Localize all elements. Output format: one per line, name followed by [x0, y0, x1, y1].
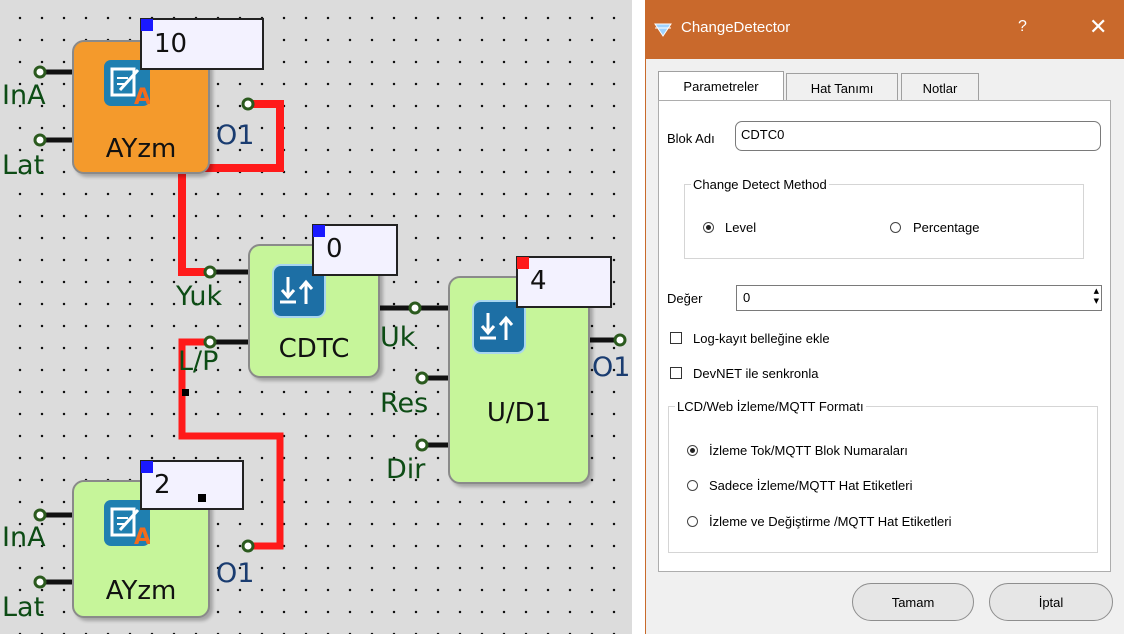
pin-label-ina: InA — [2, 80, 46, 111]
dialog-title: ChangeDetector — [681, 19, 791, 36]
app-icon — [654, 22, 672, 41]
diagram-canvas[interactable]: A AYzm 10 InA Lat O1 CDTC 0 Yuk L/P Uk U… — [0, 0, 632, 634]
dialog-titlebar[interactable]: ChangeDetector ? ✕ — [646, 0, 1124, 59]
change-detector-dialog: ChangeDetector ? ✕ Parametreler Hat Tanı… — [645, 0, 1124, 634]
format-radio-label[interactable]: İzleme ve Değiştirme /MQTT Hat Etiketler… — [709, 514, 951, 529]
format-radio-label[interactable]: Sadece İzleme/MQTT Hat Etiketleri — [709, 478, 913, 493]
tab-notlar[interactable]: Notlar — [901, 73, 979, 101]
change-detect-method-group: Change Detect Method — [684, 177, 1084, 259]
value-label: Değer — [667, 291, 703, 306]
up-down-counter-icon — [472, 300, 526, 354]
number-flag — [141, 461, 153, 473]
number-flag — [517, 257, 529, 269]
wire-junction-marker — [182, 389, 189, 396]
svg-text:A: A — [134, 525, 150, 546]
pin-label-yuk: Yuk — [176, 281, 223, 312]
pin-label-o1: O1 — [216, 558, 255, 589]
format-radio-block-numbers[interactable] — [687, 445, 698, 456]
block-number-box[interactable]: 4 — [516, 256, 612, 308]
percentage-radio[interactable] — [890, 222, 901, 233]
svg-text:A: A — [134, 85, 150, 106]
block-name: CDTC — [278, 334, 350, 364]
format-radio-modify-labels[interactable] — [687, 516, 698, 527]
block-name-input[interactable]: CDTC0 — [735, 121, 1101, 151]
block-number-box[interactable]: 0 — [312, 224, 398, 276]
value-field: 0 — [743, 290, 751, 305]
spin-up-icon[interactable]: ▲ — [1094, 287, 1099, 296]
lcd-web-format-group: LCD/Web İzleme/MQTT Formatı — [668, 399, 1098, 553]
pin-label-lat: Lat — [2, 592, 45, 623]
pin-label-lat: Lat — [2, 150, 45, 181]
spin-down-icon[interactable]: ▼ — [1094, 297, 1099, 306]
block-number: 10 — [154, 29, 188, 59]
devnet-checkbox[interactable] — [670, 367, 682, 379]
devnet-checkbox-label[interactable]: DevNET ile senkronla — [693, 366, 818, 381]
block-name-label: Blok Adı — [667, 131, 715, 146]
block-number-box[interactable]: 2 — [140, 460, 244, 510]
level-radio-label[interactable]: Level — [725, 220, 756, 235]
block-number: 2 — [154, 470, 171, 500]
pin-label-ina: InA — [2, 522, 46, 553]
block-name: U/D1 — [486, 398, 552, 428]
format-radio-line-labels[interactable] — [687, 480, 698, 491]
number-flag — [141, 19, 153, 31]
block-number: 4 — [530, 266, 547, 296]
cursor-marker — [198, 494, 206, 502]
log-checkbox-label[interactable]: Log-kayıt belleğine ekle — [693, 331, 830, 346]
pin-label-o1: O1 — [216, 120, 255, 151]
format-radio-label[interactable]: İzleme Tok/MQTT Blok Numaraları — [709, 443, 908, 458]
cancel-button[interactable]: İptal — [989, 583, 1113, 621]
group-legend: Change Detect Method — [693, 177, 827, 192]
block-name: AYzm — [105, 134, 177, 164]
group-legend: LCD/Web İzleme/MQTT Formatı — [677, 399, 864, 414]
pin-label-lp: L/P — [178, 346, 219, 377]
pin-label-dir: Dir — [386, 454, 426, 485]
tab-panel: Blok Adı CDTC0 Change Detect Method Leve… — [658, 100, 1111, 572]
block-number: 0 — [326, 234, 343, 264]
level-radio[interactable] — [703, 222, 714, 233]
pin-label-o1: O1 — [592, 352, 631, 383]
tab-parametreler[interactable]: Parametreler — [658, 71, 784, 101]
ok-button[interactable]: Tamam — [852, 583, 974, 621]
help-button[interactable]: ? — [1018, 18, 1027, 36]
block-number-box[interactable]: 10 — [140, 18, 264, 70]
close-button[interactable]: ✕ — [1089, 14, 1107, 40]
pin-label-res: Res — [380, 388, 429, 419]
number-flag — [313, 225, 325, 237]
percentage-radio-label[interactable]: Percentage — [913, 220, 980, 235]
pin-label-uk: Uk — [380, 322, 416, 353]
value-spinbox[interactable]: 0 ▲ ▼ — [736, 285, 1102, 311]
log-checkbox[interactable] — [670, 332, 682, 344]
block-name: AYzm — [105, 576, 177, 606]
tab-hat-tanimi[interactable]: Hat Tanımı — [786, 73, 898, 101]
